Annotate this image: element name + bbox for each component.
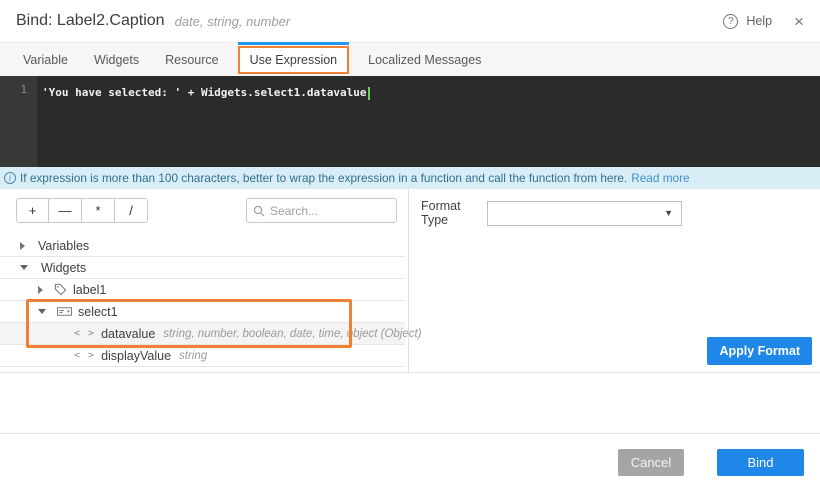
info-icon: i [4,172,16,184]
tree-item-displayvalue[interactable]: < > displayValue string [0,345,405,367]
tree-item-label: label1 [73,283,106,297]
bind-dialog: Bind: Label2.Caption date, string, numbe… [0,0,820,490]
property-types: string [179,350,207,362]
expression-editor[interactable]: 1 'You have selected: ' + Widgets.select… [0,76,820,167]
chevron-down-icon[interactable] [20,265,28,270]
help-link[interactable]: Help [746,14,772,28]
chevron-down-icon[interactable] [38,309,46,314]
info-text: If expression is more than 100 character… [20,171,627,185]
editor-gutter: 1 [0,76,37,167]
operator-button-group: + — * / [16,198,148,223]
tree-item-variables[interactable]: Variables [0,235,405,257]
search-box [246,198,397,223]
chevron-right-icon[interactable] [20,242,25,250]
tree-item-label: select1 [78,305,118,319]
divide-operator-button[interactable]: / [115,198,148,223]
help-icon[interactable]: ? [723,14,738,29]
line-number: 1 [20,83,27,96]
code-property-icon: < > [74,328,95,339]
active-tab-indicator [238,42,350,45]
tree-item-select1[interactable]: select1 [0,301,405,323]
tree-item-label: Variables [38,239,89,253]
tab-localized-messages[interactable]: Localized Messages [355,43,494,77]
tag-icon [54,283,67,296]
multiply-operator-button[interactable]: * [82,198,115,223]
bind-button[interactable]: Bind [717,449,804,476]
property-types: string, number, boolean, date, time, obj… [163,328,421,340]
apply-format-button[interactable]: Apply Format [707,337,812,365]
plus-operator-button[interactable]: + [16,198,49,223]
dialog-subtitle: date, string, number [175,14,291,29]
binding-tree: Variables Widgets label1 [0,235,405,367]
expression-code[interactable]: 'You have selected: ' + Widgets.select1.… [42,86,367,99]
tab-use-expression[interactable]: Use Expression [238,46,350,74]
search-icon [253,205,265,217]
format-pane: Format Type ▼ Apply Format [409,189,820,372]
tree-item-label: displayValue [101,349,171,363]
tab-resource[interactable]: Resource [152,43,232,77]
text-cursor [368,87,370,100]
select-widget-icon [57,306,72,317]
format-type-label: Format Type [421,199,487,227]
tree-item-label: Widgets [41,261,86,275]
read-more-link[interactable]: Read more [631,171,689,185]
close-icon[interactable]: × [794,13,804,30]
tab-variable[interactable]: Variable [10,43,81,77]
dialog-title: Bind: Label2.Caption [16,12,165,30]
minus-operator-button[interactable]: — [49,198,82,223]
tab-bar: Variable Widgets Resource Use Expression… [0,42,820,76]
tree-item-label: datavalue [101,327,155,341]
code-property-icon: < > [74,350,95,361]
tab-widgets[interactable]: Widgets [81,43,152,77]
main-area: + — * / Variables Widgets [0,189,820,373]
tree-item-datavalue[interactable]: < > datavalue string, number, boolean, d… [0,323,405,345]
editor-code-area[interactable]: 'You have selected: ' + Widgets.select1.… [37,76,820,167]
chevron-down-icon: ▼ [664,208,673,218]
dialog-footer: Cancel Bind [0,433,820,490]
chevron-right-icon[interactable] [38,286,43,294]
cancel-button[interactable]: Cancel [618,449,684,476]
format-type-select[interactable]: ▼ [487,201,682,226]
tree-item-widgets[interactable]: Widgets [0,257,405,279]
tree-pane: + — * / Variables Widgets [0,189,409,372]
info-bar: i If expression is more than 100 charact… [0,167,820,189]
tab-use-expression-label: Use Expression [250,53,338,67]
search-input[interactable] [270,204,390,218]
dialog-header: Bind: Label2.Caption date, string, numbe… [0,0,820,42]
tree-item-label1[interactable]: label1 [0,279,405,301]
